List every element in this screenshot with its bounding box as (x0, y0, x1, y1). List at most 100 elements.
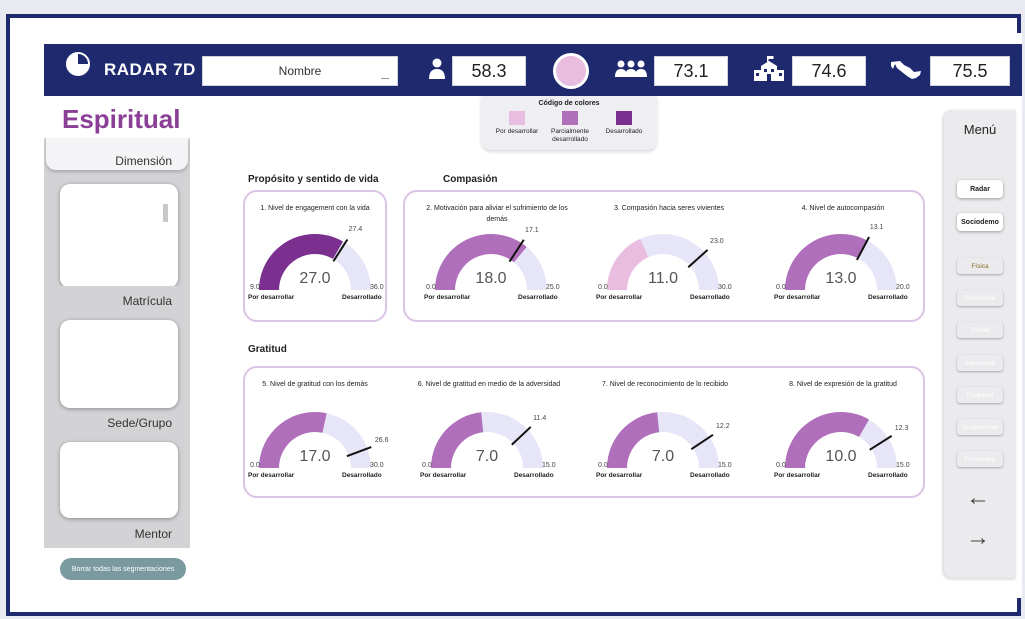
gauge-title-7: 7. Nivel de reconocimiento de lo recibid… (601, 381, 729, 388)
slicer-mentor[interactable] (60, 442, 178, 518)
gauge-value: 13.0 (825, 270, 857, 287)
gauge-title-2: 2. Motivación para aliviar el sufrimient… (426, 205, 568, 223)
gauge-value: 7.0 (475, 448, 499, 465)
gauge-max: 15.0 (542, 462, 556, 469)
legend-label-low: Por desarrollar (495, 128, 539, 135)
gauge-min: 9.0 (250, 284, 260, 291)
legend-swatch-mid (562, 111, 578, 125)
dimension-espiritual-button[interactable]: Espiritual (957, 387, 1003, 403)
gauge-value: 10.0 (825, 448, 857, 465)
gauge-title-6: 6. Nivel de gratitud en medio de la adve… (417, 381, 561, 388)
gauge-value: 7.0 (651, 448, 675, 465)
gauge-max: 36.0 (370, 284, 384, 291)
radar-button[interactable]: Radar (957, 180, 1003, 198)
gauge-label-low: Por desarrollar (596, 472, 643, 479)
dimension-social-button[interactable]: Social (957, 322, 1003, 338)
gauge-min: 0.0 (422, 462, 432, 469)
dropdown-line-icon (381, 78, 389, 79)
group-icon (614, 60, 648, 83)
gauge-label-high: Desarrollado (690, 472, 730, 479)
tab-label-matricula: Matrícula (122, 294, 172, 308)
gauge-max: 20.0 (896, 284, 910, 291)
gauge-label-high: Desarrollado (518, 294, 558, 301)
page-title: Espiritual (62, 104, 181, 134)
gauge-autocompasion: 13.0 0.0 20.0 13.1 Por desarrollar Desarrolla… (768, 224, 914, 306)
gauge-title-8: 8. Nivel de expresión de la gratitud (789, 381, 897, 388)
slicer-matricula[interactable] (60, 184, 178, 288)
school-icon (754, 56, 784, 87)
name-selector[interactable]: Nombre (202, 56, 398, 86)
gauge-value: 18.0 (475, 270, 507, 287)
gauge-gratitud-adversidad: 7.0 0.0 15.0 11.4 Por desarrollar Desarrollad… (414, 404, 560, 484)
gauge-title-1: 1. Nivel de engagement con la vida (260, 205, 370, 212)
score-campus: 74.6 (792, 56, 866, 86)
gauge-label-low: Por desarrollar (774, 294, 821, 301)
name-selector-label: Nombre (278, 64, 322, 78)
dimension-emocional-button[interactable]: Emocional (957, 290, 1003, 306)
gauge-label-low: Por desarrollar (248, 294, 295, 301)
gauge-max: 30.0 (370, 462, 384, 469)
gauge-target-label: 12.3 (894, 424, 909, 432)
legend-title: Código de colores (538, 100, 600, 107)
gauge-label-low: Por desarrollar (248, 472, 295, 479)
gauge-motivacion: 18.0 0.0 25.0 17.1 Por desarrollar Desarrolla… (418, 226, 564, 306)
section-title-gratitud: Gratitud (248, 344, 287, 355)
gauge-value: 11.0 (648, 270, 678, 287)
section-title-proposito: Propósito y sentido de vida (248, 174, 379, 185)
section-title-compasion: Compasión (443, 174, 498, 185)
sociodemo-button[interactable]: Sociodemo (957, 213, 1003, 231)
gauge-label-high: Desarrollado (868, 294, 908, 301)
gauge-label-high: Desarrollado (342, 294, 382, 301)
gauge-label-low: Por desarrollar (424, 294, 471, 301)
legend-swatch-low (509, 111, 525, 125)
gauge-target-label: 27.4 (348, 226, 363, 234)
gauge-label-high: Desarrollado (868, 472, 908, 479)
radar-logo-icon (66, 52, 90, 76)
gauge-value: 17.0 (299, 448, 331, 465)
gauge-title-3: 3. Compasión hacia seres vivientes (613, 205, 725, 212)
back-arrow-icon[interactable]: ← (966, 484, 990, 512)
tab-label-sede-grupo: Sede/Grupo (107, 416, 172, 430)
gauge-label-low: Por desarrollar (420, 472, 467, 479)
slicer-sede-grupo[interactable] (60, 320, 178, 408)
clear-filters-button[interactable]: Borrar todas las segmentaciones (60, 558, 186, 580)
gauge-label-high: Desarrollado (690, 294, 730, 301)
menu-title: Menú (963, 122, 997, 137)
forward-arrow-icon[interactable]: → (966, 524, 990, 552)
dimension-intelectual-button[interactable]: Intelectual (957, 355, 1003, 371)
score-national: 75.5 (930, 56, 1010, 86)
tab-label-mentor: Mentor (134, 527, 172, 541)
score-individual: 58.3 (452, 56, 526, 86)
app-title: RADAR 7D (104, 60, 196, 79)
color-legend: Código de colores Por desarrollar Parcia… (481, 96, 657, 150)
mexico-map-icon (890, 60, 922, 85)
gauge-min: 0.0 (776, 284, 786, 291)
gauge-label-high: Desarrollado (342, 472, 382, 479)
dimension-financiera-button[interactable]: Financiera (957, 451, 1003, 467)
gauge-target-label: 23.0 (710, 237, 724, 245)
slicer-scrollbar[interactable] (163, 204, 168, 222)
legend-label-mid: Parcialmente desarrollado (551, 128, 589, 143)
gauge-max: 15.0 (896, 462, 910, 469)
legend-swatch-high (616, 111, 632, 125)
gauge-label-low: Por desarrollar (596, 294, 643, 301)
gauge-target-label: 12.2 (715, 423, 730, 431)
gauge-max: 25.0 (546, 284, 560, 291)
gauge-label-high: Desarrollado (514, 472, 554, 479)
gauge-label-low: Por desarrollar (774, 472, 821, 479)
dimension-fisica-button[interactable]: Física (957, 258, 1003, 274)
gauge-min: 0.0 (598, 462, 608, 469)
gauge-target-label: 26.6 (374, 436, 389, 444)
dimension-ocupacional-button[interactable]: Ocupacional (957, 419, 1003, 435)
score-group: 73.1 (654, 56, 728, 86)
gauge-min: 0.0 (776, 462, 786, 469)
gauge-min: 0.0 (426, 284, 436, 291)
gauge-expresion: 10.0 0.0 15.0 12.3 Por desarrollar Desarrolla… (768, 404, 914, 484)
profile-circle[interactable] (553, 53, 589, 89)
gauge-value: 27.0 (299, 270, 331, 287)
gauge-compasion-seres: 11.0 0.0 30.0 23.0 Por desarrollar Desarrolla… (590, 226, 736, 306)
gauge-target-label: 11.4 (533, 414, 547, 422)
gauge-min: 0.0 (598, 284, 608, 291)
tab-label-dimension: Dimensión (115, 154, 172, 168)
gauge-target-label: 17.1 (525, 226, 539, 234)
